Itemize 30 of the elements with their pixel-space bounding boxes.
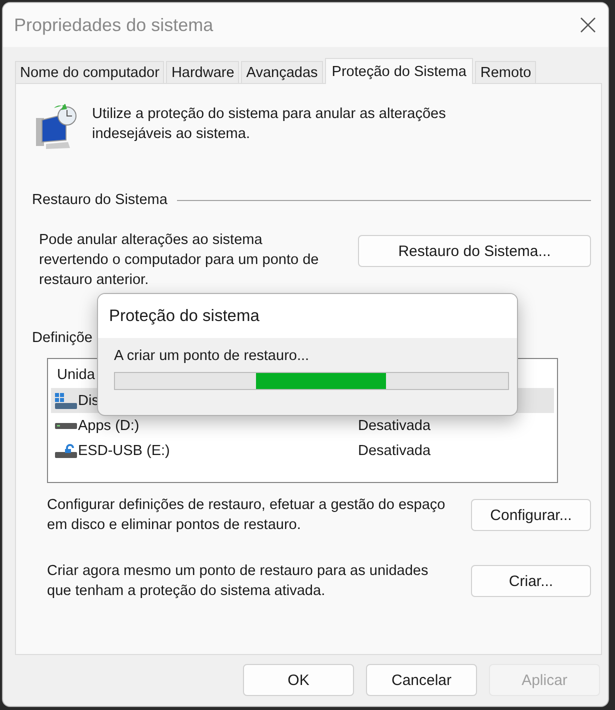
protection-status: Desativada (358, 418, 431, 434)
action-button[interactable]: Configurar... (471, 499, 591, 531)
action-button[interactable]: Criar... (471, 565, 591, 597)
system-drive-icon (55, 392, 77, 408)
tab[interactable]: Remoto (475, 61, 536, 83)
dialog-button[interactable]: Cancelar (366, 664, 477, 696)
close-icon[interactable] (580, 17, 596, 33)
drive-name: ESD-USB (E:) (78, 442, 170, 458)
tab[interactable]: Hardware (166, 61, 240, 83)
tab[interactable]: Avançadas (241, 61, 323, 83)
dialog-title: Proteção do sistema (109, 306, 260, 326)
action-description: Criar agora mesmo um ponto de restauro para as unidades que tenham a proteção do sistema ativada. (47, 562, 430, 601)
protection-status: Desativada (358, 442, 431, 458)
drive-row[interactable]: Apps (D:) Desativada (51, 413, 554, 438)
action-description: Configurar definições de restauro, efetuar a gestão do espaço em disco e eliminar pontos de restauro. (47, 496, 446, 535)
section-heading: Definiçõe (32, 330, 92, 346)
section-heading: Restauro do Sistema (32, 192, 168, 208)
restore-description: Pode anular alterações ao sistema revertendo o computador para um ponto de restauro anterior. (39, 231, 320, 290)
tab[interactable]: Proteção do Sistema (324, 58, 474, 84)
window-title: Propriedades do sistema (14, 14, 214, 36)
drive-row[interactable]: ESD-USB (E:) Desativada (51, 438, 554, 463)
progress-message: A criar um ponto de restauro... (114, 348, 310, 364)
column-header[interactable]: Unida (57, 367, 95, 383)
drive-icon (55, 422, 77, 428)
drive-name: Apps (D:) (78, 418, 140, 434)
usb-drive-icon (55, 444, 77, 458)
tab[interactable]: Nome do computador (15, 61, 164, 83)
dialog-button[interactable]: OK (243, 664, 354, 696)
system-restore-button[interactable]: Restauro do Sistema... (358, 235, 591, 267)
intro-text: Utilize a proteção do sistema para anular as alterações indesejáveis ao sistema. (92, 105, 447, 144)
